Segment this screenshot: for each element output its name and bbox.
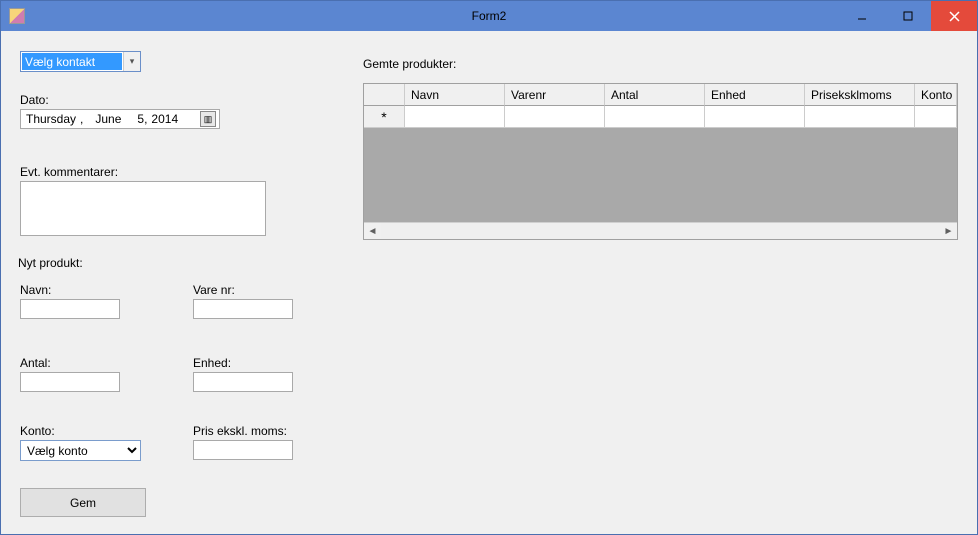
konto-label: Konto:: [20, 424, 55, 438]
maximize-icon: [903, 11, 913, 21]
grid-header-navn[interactable]: Navn: [405, 84, 505, 106]
minimize-icon: [857, 11, 867, 21]
contact-combo-selected: Vælg kontakt: [22, 53, 122, 70]
date-label: Dato:: [20, 93, 49, 107]
app-icon: [9, 8, 25, 24]
navn-label: Navn:: [20, 283, 51, 297]
contact-combo[interactable]: Vælg kontakt ▾: [20, 51, 141, 72]
grid-cell[interactable]: [805, 106, 915, 128]
grid-cell[interactable]: [505, 106, 605, 128]
grid-cell[interactable]: [705, 106, 805, 128]
date-year: 2014: [149, 112, 180, 126]
products-grid[interactable]: Navn Varenr Antal Enhed Priseksklmoms Ko…: [363, 83, 958, 240]
grid-header-row: Navn Varenr Antal Enhed Priseksklmoms Ko…: [364, 84, 957, 106]
window-title: Form2: [1, 9, 977, 23]
antal-input[interactable]: [20, 372, 120, 392]
grid-header-pris[interactable]: Priseksklmoms: [805, 84, 915, 106]
konto-combo[interactable]: Vælg konto: [20, 440, 141, 461]
minimize-button[interactable]: [839, 1, 885, 31]
comments-label: Evt. kommentarer:: [20, 165, 118, 179]
enhed-label: Enhed:: [193, 356, 231, 370]
chevron-down-icon: ▾: [123, 52, 140, 71]
date-weekday: Thursday: [24, 112, 78, 126]
calendar-icon: ▥: [204, 114, 213, 125]
scroll-left-arrow-icon[interactable]: ◄: [364, 223, 381, 239]
close-icon: [949, 11, 960, 22]
navn-input[interactable]: [20, 299, 120, 319]
grid-new-row-marker: *: [364, 106, 405, 128]
antal-label: Antal:: [20, 356, 51, 370]
grid-new-row[interactable]: *: [364, 106, 957, 128]
grid-header-antal[interactable]: Antal: [605, 84, 705, 106]
scroll-track[interactable]: [381, 223, 940, 239]
grid-header-enhed[interactable]: Enhed: [705, 84, 805, 106]
grid-cell[interactable]: [405, 106, 505, 128]
date-sep: ,: [78, 112, 85, 126]
date-picker[interactable]: Thursday , June 5, 2014 ▥: [20, 109, 220, 129]
scroll-right-arrow-icon[interactable]: ►: [940, 223, 957, 239]
varenr-input[interactable]: [193, 299, 293, 319]
comments-textarea[interactable]: [20, 181, 266, 236]
enhed-input[interactable]: [193, 372, 293, 392]
titlebar[interactable]: Form2: [1, 1, 977, 31]
grid-header-varenr[interactable]: Varenr: [505, 84, 605, 106]
grid-cell[interactable]: [605, 106, 705, 128]
grid-cell[interactable]: [915, 106, 957, 128]
close-button[interactable]: [931, 1, 977, 31]
maximize-button[interactable]: [885, 1, 931, 31]
pris-input[interactable]: [193, 440, 293, 460]
date-day: 5,: [135, 112, 149, 126]
window-frame: Form2 Vælg kontakt ▾ Dato: Thursday , Ju…: [0, 0, 978, 535]
grid-header-konto[interactable]: Konto: [915, 84, 957, 106]
saved-products-label: Gemte produkter:: [363, 57, 456, 71]
varenr-label: Vare nr:: [193, 283, 235, 297]
grid-horizontal-scrollbar[interactable]: ◄ ►: [364, 222, 957, 239]
pris-label: Pris ekskl. moms:: [193, 424, 287, 438]
grid-corner-cell: [364, 84, 405, 106]
grid-empty-area: [364, 128, 957, 222]
date-month: June: [93, 112, 123, 126]
window-controls: [839, 1, 977, 31]
save-button[interactable]: Gem: [20, 488, 146, 517]
client-area: Vælg kontakt ▾ Dato: Thursday , June 5, …: [1, 31, 977, 534]
new-product-label: Nyt produkt:: [18, 256, 83, 270]
calendar-button[interactable]: ▥: [200, 111, 216, 127]
